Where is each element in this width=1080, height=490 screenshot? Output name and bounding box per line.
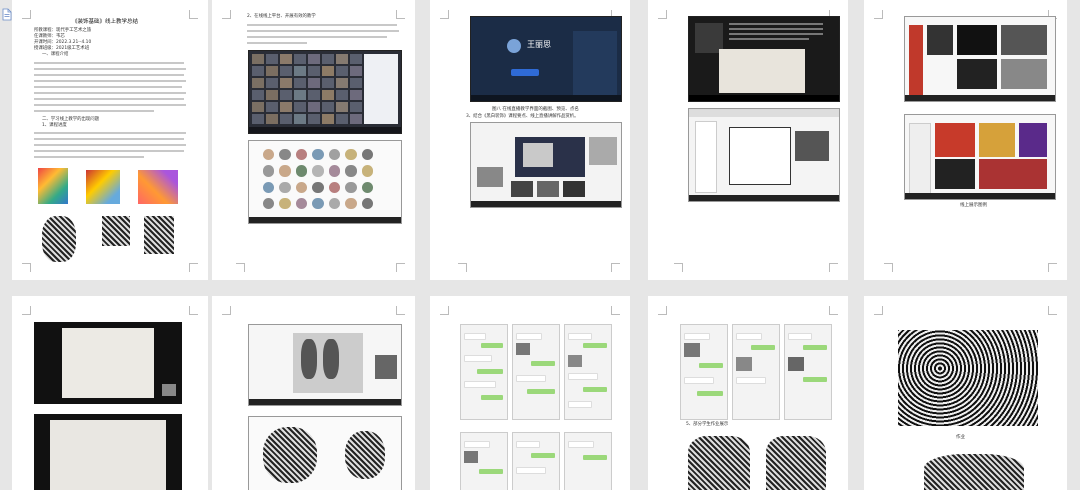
- drawing-flowers: [898, 330, 1038, 426]
- screenshot-live-class: 王丽思: [470, 16, 622, 102]
- figure-caption: 图八 在线直播教学界面的截图、预览、点名: [492, 107, 579, 112]
- page-1: 《装饰基础》线上教学总结 所教课程：现代手工艺术之旅 任课教师：韦芯 开课时间：…: [12, 0, 208, 280]
- page-9: 5、部分学生作业展示: [648, 296, 848, 490]
- page-2: 2、在线线上平台、开展有效的教学: [212, 0, 415, 280]
- chat-screenshot: [680, 324, 728, 420]
- page-3: 王丽思 图八 在线直播教学界面的截图、预览、点名 3、结合《黑白装饰》课程要点、…: [430, 0, 630, 280]
- screenshot-drawing-course: [688, 108, 840, 202]
- page-4: [648, 0, 848, 280]
- figure-caption: 作业: [956, 435, 965, 440]
- page-6: [12, 296, 208, 490]
- screenshot-gallery-1: [904, 16, 1056, 102]
- chat-screenshot: [784, 324, 832, 420]
- photo-drawing-2: [34, 414, 182, 490]
- photo-drawing-1: [34, 322, 182, 404]
- page-5: 线上展示图例: [864, 0, 1067, 280]
- chat-screenshot: [732, 324, 780, 420]
- chat-screenshot: [564, 432, 612, 490]
- book-cover: [86, 170, 120, 204]
- section-heading: 1、课程进度: [42, 123, 67, 128]
- drawing-cat-2: [766, 436, 826, 490]
- drawing-pattern: [144, 216, 174, 254]
- screenshot-avatar-grid: [248, 140, 402, 224]
- section-heading: 2、在线线上平台、开展有效的教学: [247, 14, 316, 19]
- drawing-cat-1: [688, 436, 750, 490]
- book-cover: [38, 168, 68, 204]
- page-10: 作业: [864, 296, 1067, 490]
- section-heading: 3、结合《黑白装饰》课程要点、线上直播讲解作品赏析。: [466, 114, 579, 119]
- chat-screenshot: [512, 432, 560, 490]
- drawing-butterfly: [102, 216, 130, 246]
- chat-screenshot: [460, 324, 508, 420]
- drawing-owl: [42, 216, 76, 262]
- book-cover: [138, 170, 178, 204]
- page-7: [212, 296, 415, 490]
- chat-screenshot: [460, 432, 508, 490]
- chat-screenshot: [512, 324, 560, 420]
- screenshot-gallery-2: [904, 114, 1056, 200]
- document-icon[interactable]: [2, 6, 12, 21]
- screenshot-birds-slide: [688, 16, 840, 102]
- screenshot-rabbit-drawing: [248, 324, 402, 406]
- page-title: 《装饰基础》线上教学总结: [72, 19, 139, 25]
- host-name: 王丽思: [527, 40, 551, 49]
- screenshot-lesson-slide: [470, 122, 622, 208]
- section-heading: 一、课程介绍: [42, 52, 69, 57]
- screenshot-ram-drawing: [248, 416, 402, 490]
- figure-caption: 线上展示图例: [960, 203, 987, 208]
- page-8: [430, 296, 630, 490]
- drawing-rabbit: [924, 454, 1024, 490]
- section-heading: 5、部分学生作业展示: [686, 422, 729, 427]
- screenshot-video-grid: [248, 50, 402, 134]
- chat-screenshot: [564, 324, 612, 420]
